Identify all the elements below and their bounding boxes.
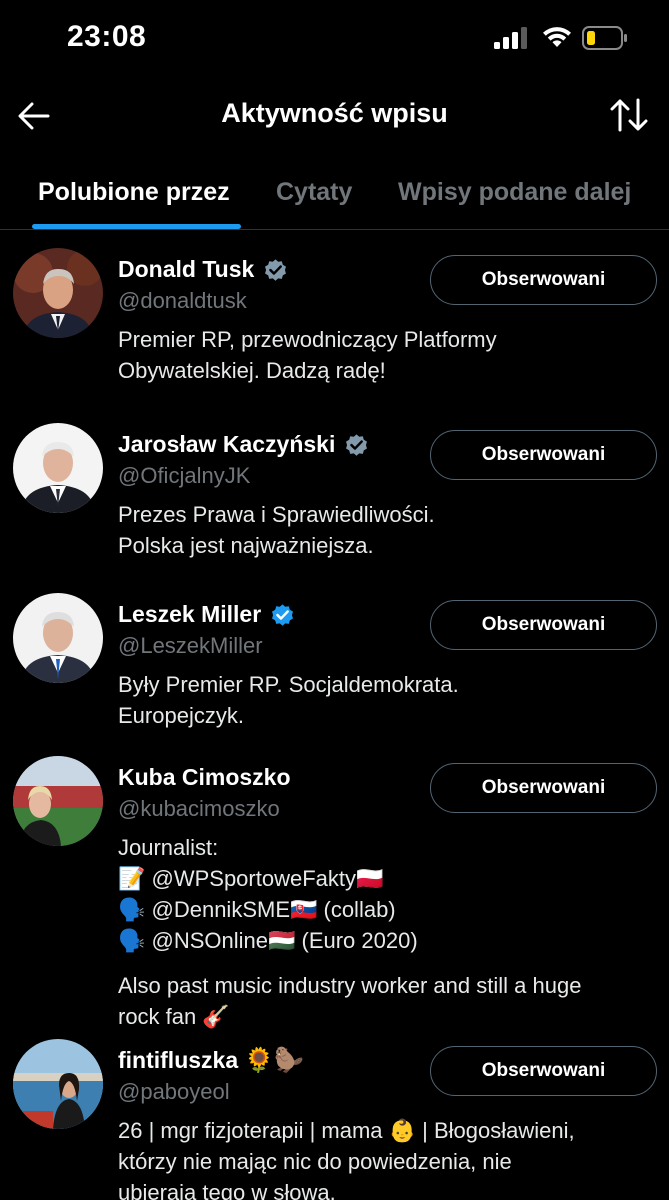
list-item[interactable]: Leszek Miller @LeszekMiller Obserwowani …	[0, 575, 669, 738]
following-button[interactable]: Obserwowani	[430, 1046, 657, 1096]
user-handle: @paboyeol	[118, 1079, 230, 1104]
user-name[interactable]: Donald Tusk	[118, 256, 254, 283]
user-name[interactable]: fintifluszka	[118, 1047, 238, 1074]
sort-button[interactable]	[606, 93, 652, 137]
wifi-icon	[543, 27, 571, 47]
user-handle: @kubacimoszko	[118, 796, 280, 821]
sunflower-beaver-emoji: 🌻🦫	[244, 1046, 304, 1074]
tab-reposts[interactable]: Wpisy podane dalej	[398, 178, 631, 207]
avatar[interactable]	[13, 1039, 103, 1129]
user-handle: @LeszekMiller	[118, 633, 263, 658]
tab-liked-by[interactable]: Polubione przez	[38, 178, 230, 207]
user-bio: Journalist: 📝 @WPSportoweFakty🇵🇱 🗣️ @Den…	[118, 832, 658, 1032]
sort-arrows-icon	[610, 98, 648, 132]
bio-line: Były Premier RP. Socjaldemokrata.	[118, 672, 459, 697]
page-title: Aktywność wpisu	[221, 98, 448, 128]
avatar[interactable]	[13, 593, 103, 683]
verified-badge-icon	[265, 259, 287, 281]
user-name[interactable]: Leszek Miller	[118, 601, 261, 628]
bio-line: 🗣️ @NSOnline🇭🇺 (Euro 2020)	[118, 928, 418, 953]
bio-line: Prezes Prawa i Sprawiedliwości.	[118, 502, 435, 527]
user-list: Donald Tusk @donaldtusk Obserwowani Prem…	[0, 230, 669, 1200]
bio-line: Premier RP, przewodniczący Platformy	[118, 327, 497, 352]
tab-quotes[interactable]: Cytaty	[276, 178, 352, 207]
list-item[interactable]: Kuba Cimoszko @kubacimoszko Obserwowani …	[0, 738, 669, 1029]
bio-line: 🗣️ @DennikSME🇸🇰 (collab)	[118, 897, 396, 922]
user-handle: @donaldtusk	[118, 288, 247, 313]
list-item[interactable]: Donald Tusk @donaldtusk Obserwowani Prem…	[0, 230, 669, 405]
bio-line: Journalist:	[118, 835, 219, 860]
user-bio: 26 | mgr fizjoterapii | mama 👶 | Błogosł…	[118, 1115, 658, 1200]
status-bar: 23:08	[0, 0, 669, 78]
following-button[interactable]: Obserwowani	[430, 763, 657, 813]
battery-low-icon	[582, 26, 627, 50]
bio-line: 📝 @WPSportoweFakty🇵🇱	[118, 866, 384, 891]
following-button[interactable]: Obserwowani	[430, 430, 657, 480]
tab-bar: Polubione przez Cytaty Wpisy podane dale…	[0, 160, 669, 230]
list-item[interactable]: Jarosław Kaczyński @OficjalnyJK Obserwow…	[0, 405, 669, 575]
user-bio: Były Premier RP. Socjaldemokrata. Europe…	[118, 669, 658, 731]
avatar[interactable]	[13, 248, 103, 338]
bio-line: Polska jest najważniejsza.	[118, 533, 374, 558]
bio-line: 26 | mgr fizjoterapii | mama 👶 | Błogosł…	[118, 1118, 575, 1143]
avatar[interactable]	[13, 756, 103, 846]
user-bio: Premier RP, przewodniczący Platformy Oby…	[118, 324, 658, 386]
following-button[interactable]: Obserwowani	[430, 255, 657, 305]
user-handle: @OficjalnyJK	[118, 463, 251, 488]
bio-line: Also past music industry worker and stil…	[118, 973, 582, 998]
bio-line: Europejczyk.	[118, 703, 244, 728]
bio-line: ubierają tego w słowa.	[118, 1180, 336, 1200]
verified-badge-icon	[272, 604, 294, 626]
user-name[interactable]: Kuba Cimoszko	[118, 764, 291, 791]
user-bio: Prezes Prawa i Sprawiedliwości. Polska j…	[118, 499, 658, 561]
list-item[interactable]: fintifluszka 🌻🦫 @paboyeol Obserwowani 26…	[0, 1021, 669, 1200]
bio-line: Obywatelskiej. Dadzą radę!	[118, 358, 386, 383]
bio-gap	[118, 956, 658, 970]
following-button[interactable]: Obserwowani	[430, 600, 657, 650]
avatar[interactable]	[13, 423, 103, 513]
bio-line: którzy nie mając nic do powiedzenia, nie	[118, 1149, 512, 1174]
verified-badge-icon	[346, 434, 368, 456]
top-bar: Aktywność wpisu	[0, 78, 669, 154]
user-name[interactable]: Jarosław Kaczyński	[118, 431, 335, 458]
cellular-signal-icon	[494, 27, 527, 49]
status-time: 23:08	[67, 20, 147, 53]
